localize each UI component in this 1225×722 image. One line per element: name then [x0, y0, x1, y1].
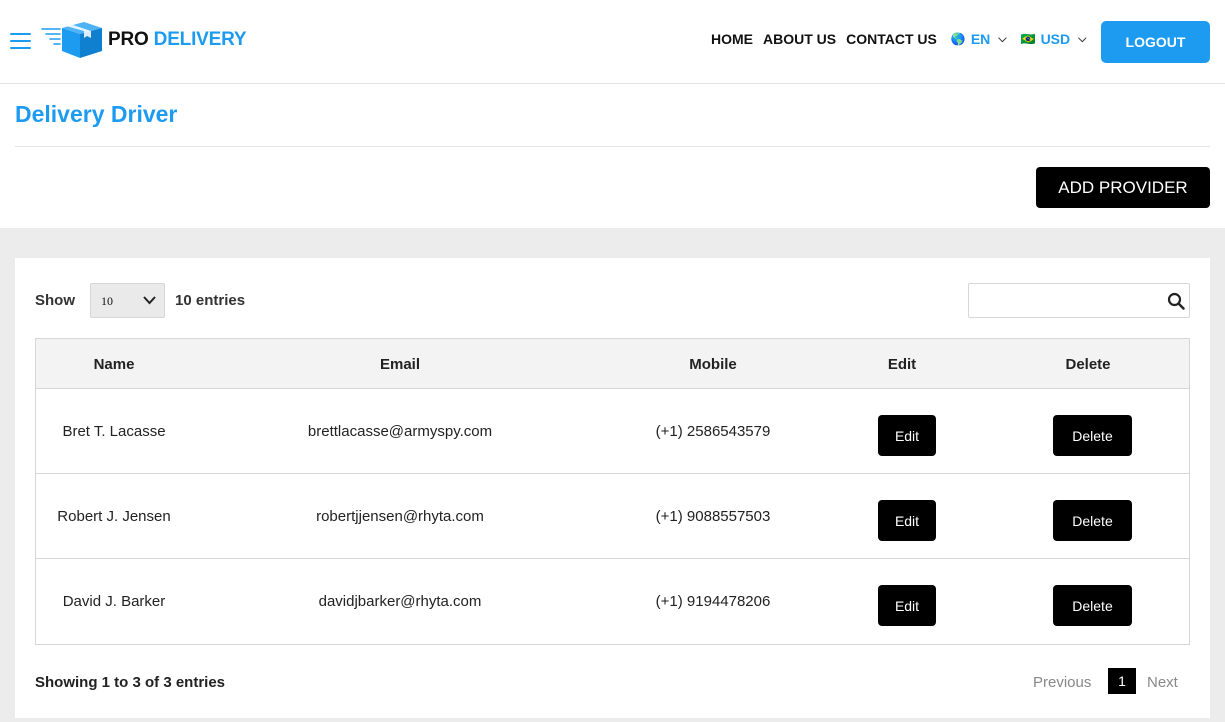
- nav-about-us[interactable]: ABOUT US: [763, 31, 836, 47]
- logout-button[interactable]: LOGOUT: [1101, 21, 1210, 63]
- column-delete: Delete: [1065, 356, 1111, 373]
- column-name[interactable]: Name: [94, 356, 135, 373]
- top-header: PRO DELIVERY HOME ABOUT US CONTACT US 🌎 …: [0, 0, 1225, 84]
- search-icon[interactable]: [1167, 292, 1185, 310]
- delete-button[interactable]: Delete: [1053, 500, 1132, 541]
- table-info: Showing 1 to 3 of 3 entries: [35, 674, 226, 691]
- driver-name: David J. Barker: [62, 593, 166, 610]
- driver-mobile: (+1) 9194478206: [655, 593, 771, 610]
- column-email[interactable]: Email: [380, 356, 420, 373]
- page-title: Delivery Driver: [15, 101, 178, 127]
- driver-mobile: (+1) 9088557503: [655, 508, 771, 525]
- driver-email: brettlacasse@armyspy.com: [307, 423, 493, 440]
- table-row: Robert J. Jensen robertjjensen@rhyta.com…: [36, 474, 1189, 559]
- delete-button[interactable]: Delete: [1053, 415, 1132, 456]
- menu-icon[interactable]: [10, 33, 31, 50]
- pagination-previous[interactable]: Previous: [1033, 674, 1091, 691]
- page-size-select[interactable]: 10: [90, 283, 165, 318]
- search-field: [968, 283, 1190, 318]
- nav-contact-us[interactable]: CONTACT US: [846, 31, 937, 47]
- globe-icon: 🌎: [950, 32, 966, 46]
- driver-mobile: (+1) 2586543579: [655, 423, 771, 440]
- page-size-value: 10: [101, 294, 113, 308]
- drivers-table: Name Email Mobile Edit Delete Bret T. La…: [35, 338, 1190, 645]
- divider: [15, 146, 1210, 147]
- chevron-down-icon: ⌵: [998, 32, 1007, 45]
- entries-label: 10 entries: [175, 292, 246, 309]
- table-row: Bret T. Lacasse brettlacasse@armyspy.com…: [36, 389, 1189, 474]
- brand-name: PRO DELIVERY: [108, 29, 247, 50]
- language-label: EN: [970, 31, 991, 47]
- edit-button[interactable]: Edit: [878, 585, 936, 626]
- driver-name: Robert J. Jensen: [57, 508, 171, 525]
- table-row: David J. Barker davidjbarker@rhyta.com (…: [36, 559, 1189, 644]
- column-edit: Edit: [887, 356, 917, 373]
- driver-email: robertjjensen@rhyta.com: [316, 508, 484, 525]
- delete-button[interactable]: Delete: [1053, 585, 1132, 626]
- box-logo-icon: [41, 22, 102, 58]
- language-dropdown[interactable]: 🌎 EN ⌵: [951, 31, 1007, 47]
- table-header: Name Email Mobile Edit Delete: [36, 339, 1189, 389]
- add-provider-button[interactable]: ADD PROVIDER: [1036, 167, 1210, 208]
- flag-icon: 🇧🇷: [1020, 32, 1036, 46]
- search-input[interactable]: [973, 288, 1163, 313]
- edit-button[interactable]: Edit: [878, 415, 936, 456]
- chevron-down-icon: [143, 293, 156, 309]
- show-label: Show: [35, 292, 75, 309]
- edit-button[interactable]: Edit: [878, 500, 936, 541]
- column-mobile[interactable]: Mobile: [689, 356, 737, 373]
- pagination-next[interactable]: Next: [1147, 674, 1178, 691]
- main-nav: HOME ABOUT US CONTACT US 🌎 EN ⌵ 🇧🇷 USD ⌵: [711, 31, 1086, 47]
- chevron-down-icon: ⌵: [1078, 32, 1087, 45]
- nav-home[interactable]: HOME: [711, 31, 753, 47]
- currency-dropdown[interactable]: 🇧🇷 USD ⌵: [1021, 31, 1087, 47]
- pagination-page[interactable]: 1: [1108, 668, 1136, 694]
- driver-name: Bret T. Lacasse: [62, 423, 166, 440]
- brand-logo[interactable]: PRO DELIVERY: [40, 20, 247, 60]
- currency-label: USD: [1040, 31, 1071, 47]
- driver-email: davidjbarker@rhyta.com: [318, 593, 482, 610]
